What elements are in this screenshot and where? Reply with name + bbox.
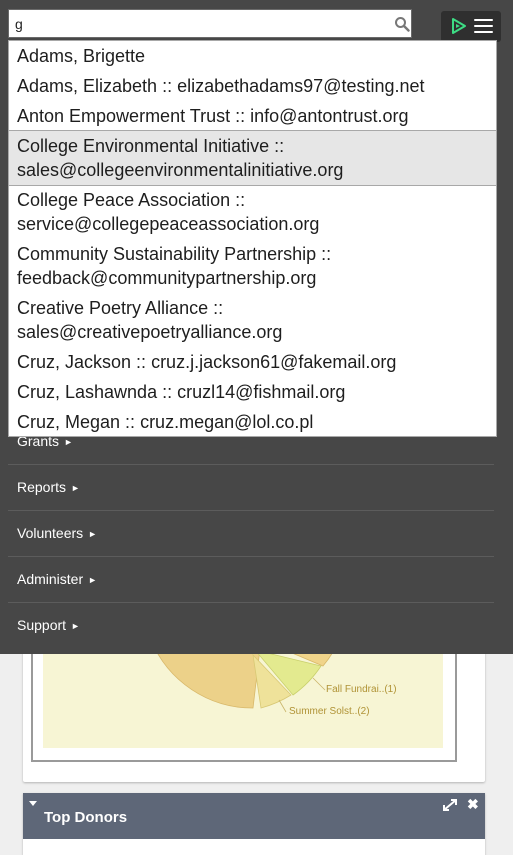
nav-item-volunteers[interactable]: Volunteers ► — [8, 510, 494, 557]
result-item[interactable]: Adams, Brigette — [9, 44, 496, 68]
nav-item-label: Administer — [17, 571, 84, 587]
result-item[interactable]: Creative Poetry Alliance :: sales@creativ… — [9, 296, 496, 344]
result-item[interactable]: College Peace Association :: service@coll… — [9, 188, 496, 236]
nav-item-label: Reports — [17, 479, 67, 495]
result-name: Community Sustainability Partnership — [17, 244, 317, 264]
nav-item-administer[interactable]: Administer ► — [8, 556, 494, 603]
result-name: Anton Empowerment Trust — [17, 106, 231, 126]
close-icon[interactable]: ✖ — [467, 797, 479, 811]
result-item[interactable]: Community Sustainability Partnership :: f… — [9, 242, 496, 290]
result-email: cruz.j.jackson61@fakemail.org — [151, 352, 397, 372]
result-item[interactable]: Cruz, Megan :: cruz.megan@lol.co.pl — [9, 410, 496, 434]
submenu-arrow-icon: ► — [71, 483, 80, 493]
submenu-arrow-icon: ► — [71, 621, 80, 631]
result-name: Cruz, Lashawnda — [17, 382, 158, 402]
result-name: Creative Poetry Alliance — [17, 298, 209, 318]
submenu-arrow-icon: ► — [64, 437, 73, 447]
hamburger-icon — [474, 19, 493, 34]
nav-item-reports[interactable]: Reports ► — [8, 464, 494, 511]
quicksearch-input[interactable] — [9, 10, 385, 37]
menu-toggle-button[interactable] — [441, 11, 501, 42]
result-name: College Peace Association — [17, 190, 231, 210]
result-email: cruzl14@fishmail.org — [177, 382, 346, 402]
result-item-highlighted[interactable]: College Environmental Initiative :: sales… — [9, 130, 496, 186]
result-item[interactable]: Cruz, Lashawnda :: cruzl14@fishmail.org — [9, 380, 496, 404]
expand-icon[interactable] — [442, 798, 458, 812]
submenu-arrow-icon: ► — [88, 575, 98, 585]
result-email: cruz.megan@lol.co.pl — [140, 412, 314, 432]
result-name: College Environmental Initiative — [17, 136, 270, 156]
nav-item-label: Support — [17, 617, 67, 633]
quicksearch-results: Adams, Brigette Adams, Elizabeth :: eliz… — [8, 40, 497, 437]
result-item[interactable]: Adams, Elizabeth :: elizabethadams97@tes… — [9, 74, 496, 98]
result-name: Cruz, Megan — [17, 412, 121, 432]
nav-item-label: Volunteers — [17, 525, 84, 541]
collapse-triangle-icon[interactable] — [29, 801, 37, 806]
label-leader-summer — [278, 699, 287, 713]
label-leader-fall — [312, 677, 326, 691]
result-email: info@antontrust.org — [250, 106, 409, 126]
submenu-arrow-icon: ► — [88, 529, 98, 539]
result-name: Adams, Brigette — [17, 46, 146, 66]
result-name: Adams, Elizabeth — [17, 76, 158, 96]
result-item[interactable]: Cruz, Jackson :: cruz.j.jackson61@fakema… — [9, 350, 496, 374]
top-donors-title: Top Donors — [44, 809, 128, 826]
result-email: sales@collegeenvironmentalinitiative.org — [17, 160, 344, 180]
search-icon[interactable] — [394, 16, 410, 32]
result-email: sales@creativepoetryalliance.org — [17, 322, 283, 342]
result-email: elizabethadams97@testing.net — [177, 76, 425, 96]
chart-label-fall: Fall Fundrai..(1) — [326, 684, 397, 695]
chart-label-summer: Summer Solst..(2) — [289, 706, 370, 717]
nav-item-support[interactable]: Support ► — [8, 602, 494, 648]
result-name: Cruz, Jackson — [17, 352, 132, 372]
civicrm-logo-icon — [452, 18, 466, 34]
quicksearch-box — [8, 9, 412, 38]
result-email: feedback@communitypartnership.org — [17, 268, 317, 288]
result-email: service@collegepeaceassociation.org — [17, 214, 320, 234]
result-item[interactable]: Anton Empowerment Trust :: info@antontru… — [9, 104, 496, 128]
